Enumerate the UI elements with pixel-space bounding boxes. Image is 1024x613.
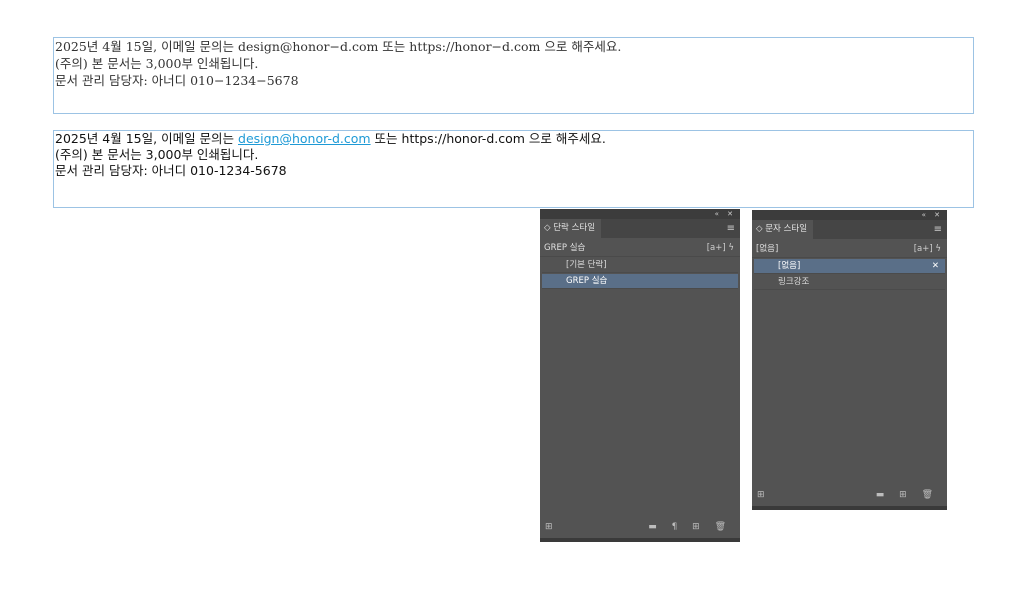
frame2-line1-after: 또는 https://honor-d.com 으로 해주세요.: [370, 131, 606, 146]
frame2-text: 2025년 4월 15일, 이메일 문의는 design@honor-d.com…: [55, 131, 606, 179]
panel-tab-row: ◇ 문자 스타일 ≡: [752, 220, 947, 239]
panel-footer: ⊞ ▬ ¶ ⊞ 🗑: [540, 520, 740, 536]
collapse-close-controls[interactable]: « ✕: [715, 209, 736, 219]
current-character-style: [없음]: [756, 244, 779, 254]
clear-override-icon[interactable]: ✕: [932, 259, 939, 274]
panel-titlebar[interactable]: « ✕: [540, 209, 740, 219]
frame1-text: 2025년 4월 15일, 이메일 문의는 design@honor−d.com…: [55, 38, 621, 89]
new-style-lightning-icon[interactable]: [a+] ϟ: [914, 241, 941, 257]
frame1-line-2: (주의) 본 문서는 3,000부 인쇄됩니다.: [55, 56, 259, 71]
style-item-basic[interactable]: [기본 단락]: [542, 258, 738, 273]
frame2-line-3: 문서 관리 담당자: 아너디 010-1234-5678: [55, 163, 287, 178]
current-style-header: [없음] [a+] ϟ: [752, 241, 947, 258]
text-frame-serif[interactable]: 2025년 4월 15일, 이메일 문의는 design@honor−d.com…: [53, 37, 974, 114]
style-item-link-emphasis[interactable]: 링크강조: [754, 275, 945, 290]
text-frame-sans[interactable]: 2025년 4월 15일, 이메일 문의는 design@honor-d.com…: [53, 130, 974, 208]
frame2-line1-before: 2025년 4월 15일, 이메일 문의는: [55, 131, 239, 146]
panel-footer: ⊞ ▬ ⊞ 🗑: [752, 488, 947, 504]
footer-actions-icons[interactable]: ▬ ¶ ⊞ 🗑: [648, 522, 732, 532]
style-group-icon[interactable]: ⊞: [757, 490, 765, 500]
paragraph-styles-panel: « ✕ ◇ 단락 스타일 ≡ GREP 실습 [a+] ϟ [기본 단락] GR…: [540, 209, 740, 542]
frame2-line-2: (주의) 본 문서는 3,000부 인쇄됩니다.: [55, 147, 259, 162]
email-link[interactable]: design@honor-d.com: [238, 131, 371, 146]
footer-actions-icons[interactable]: ▬ ⊞ 🗑: [876, 490, 939, 500]
style-item-none[interactable]: [없음] ✕: [754, 259, 945, 274]
tab-character-styles[interactable]: ◇ 문자 스타일: [752, 220, 814, 239]
panel-bottom-edge: [540, 538, 740, 542]
current-paragraph-style: GREP 실습: [544, 243, 586, 253]
panel-tab-row: ◇ 단락 스타일 ≡: [540, 219, 740, 238]
style-group-icon[interactable]: ⊞: [545, 522, 553, 532]
collapse-close-controls[interactable]: « ✕: [922, 210, 943, 220]
hamburger-icon[interactable]: ≡: [727, 219, 735, 238]
hamburger-icon[interactable]: ≡: [934, 220, 942, 239]
panel-bottom-edge: [752, 506, 947, 510]
style-item-grep[interactable]: GREP 실습: [542, 274, 738, 289]
panel-titlebar[interactable]: « ✕: [752, 210, 947, 220]
frame1-line-3: 문서 관리 담당자: 아너디 010−1234−5678: [55, 73, 299, 88]
frame1-line-1: 2025년 4월 15일, 이메일 문의는 design@honor−d.com…: [55, 39, 622, 54]
new-style-lightning-icon[interactable]: [a+] ϟ: [707, 240, 734, 256]
current-style-header: GREP 실습 [a+] ϟ: [540, 240, 740, 257]
frame2-line-1: 2025년 4월 15일, 이메일 문의는 design@honor-d.com…: [55, 131, 606, 147]
character-styles-panel: « ✕ ◇ 문자 스타일 ≡ [없음] [a+] ϟ [없음] ✕ 링크강조 ⊞…: [752, 210, 947, 510]
tab-paragraph-styles[interactable]: ◇ 단락 스타일: [540, 219, 602, 238]
style-item-none-label: [없음]: [778, 261, 801, 271]
